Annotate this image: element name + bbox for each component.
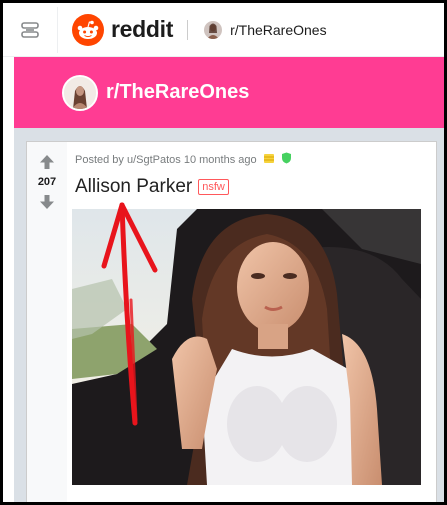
shield-icon bbox=[281, 152, 292, 167]
subreddit-avatar bbox=[204, 20, 223, 39]
post-meta: Posted by u/SgtPatos 10 months ago bbox=[75, 152, 292, 167]
post-card[interactable]: 207 Posted by u/SgtPatos 10 months ago A… bbox=[26, 141, 437, 502]
downvote-icon[interactable] bbox=[39, 194, 55, 210]
vote-column: 207 bbox=[27, 142, 67, 502]
subreddit-breadcrumb[interactable]: r/TheRareOnes bbox=[204, 20, 327, 39]
post-title-row[interactable]: Allison Parker nsfw bbox=[75, 176, 229, 198]
post-title[interactable]: Allison Parker bbox=[75, 176, 192, 198]
reddit-wordmark: reddit bbox=[111, 16, 174, 42]
award-icon bbox=[263, 153, 275, 167]
upvote-icon[interactable] bbox=[39, 154, 55, 170]
divider bbox=[187, 19, 189, 40]
divider bbox=[57, 6, 58, 53]
nsfw-badge: nsfw bbox=[198, 179, 229, 195]
post-meta-text: Posted by u/SgtPatos 10 months ago bbox=[75, 153, 257, 166]
subreddit-icon[interactable] bbox=[62, 74, 98, 111]
menu-icon bbox=[21, 21, 39, 38]
subreddit-banner: r/TheRareOnes bbox=[14, 57, 444, 128]
breadcrumb-label: r/TheRareOnes bbox=[230, 21, 327, 38]
top-navigation: reddit r/TheRareOnes bbox=[3, 3, 444, 57]
reddit-snoo-icon bbox=[72, 13, 104, 46]
vote-count: 207 bbox=[37, 176, 57, 188]
reddit-home-link[interactable]: reddit bbox=[72, 13, 174, 46]
post-image[interactable] bbox=[72, 209, 421, 485]
menu-button[interactable] bbox=[3, 3, 57, 57]
subreddit-title: r/TheRareOnes bbox=[106, 81, 250, 103]
